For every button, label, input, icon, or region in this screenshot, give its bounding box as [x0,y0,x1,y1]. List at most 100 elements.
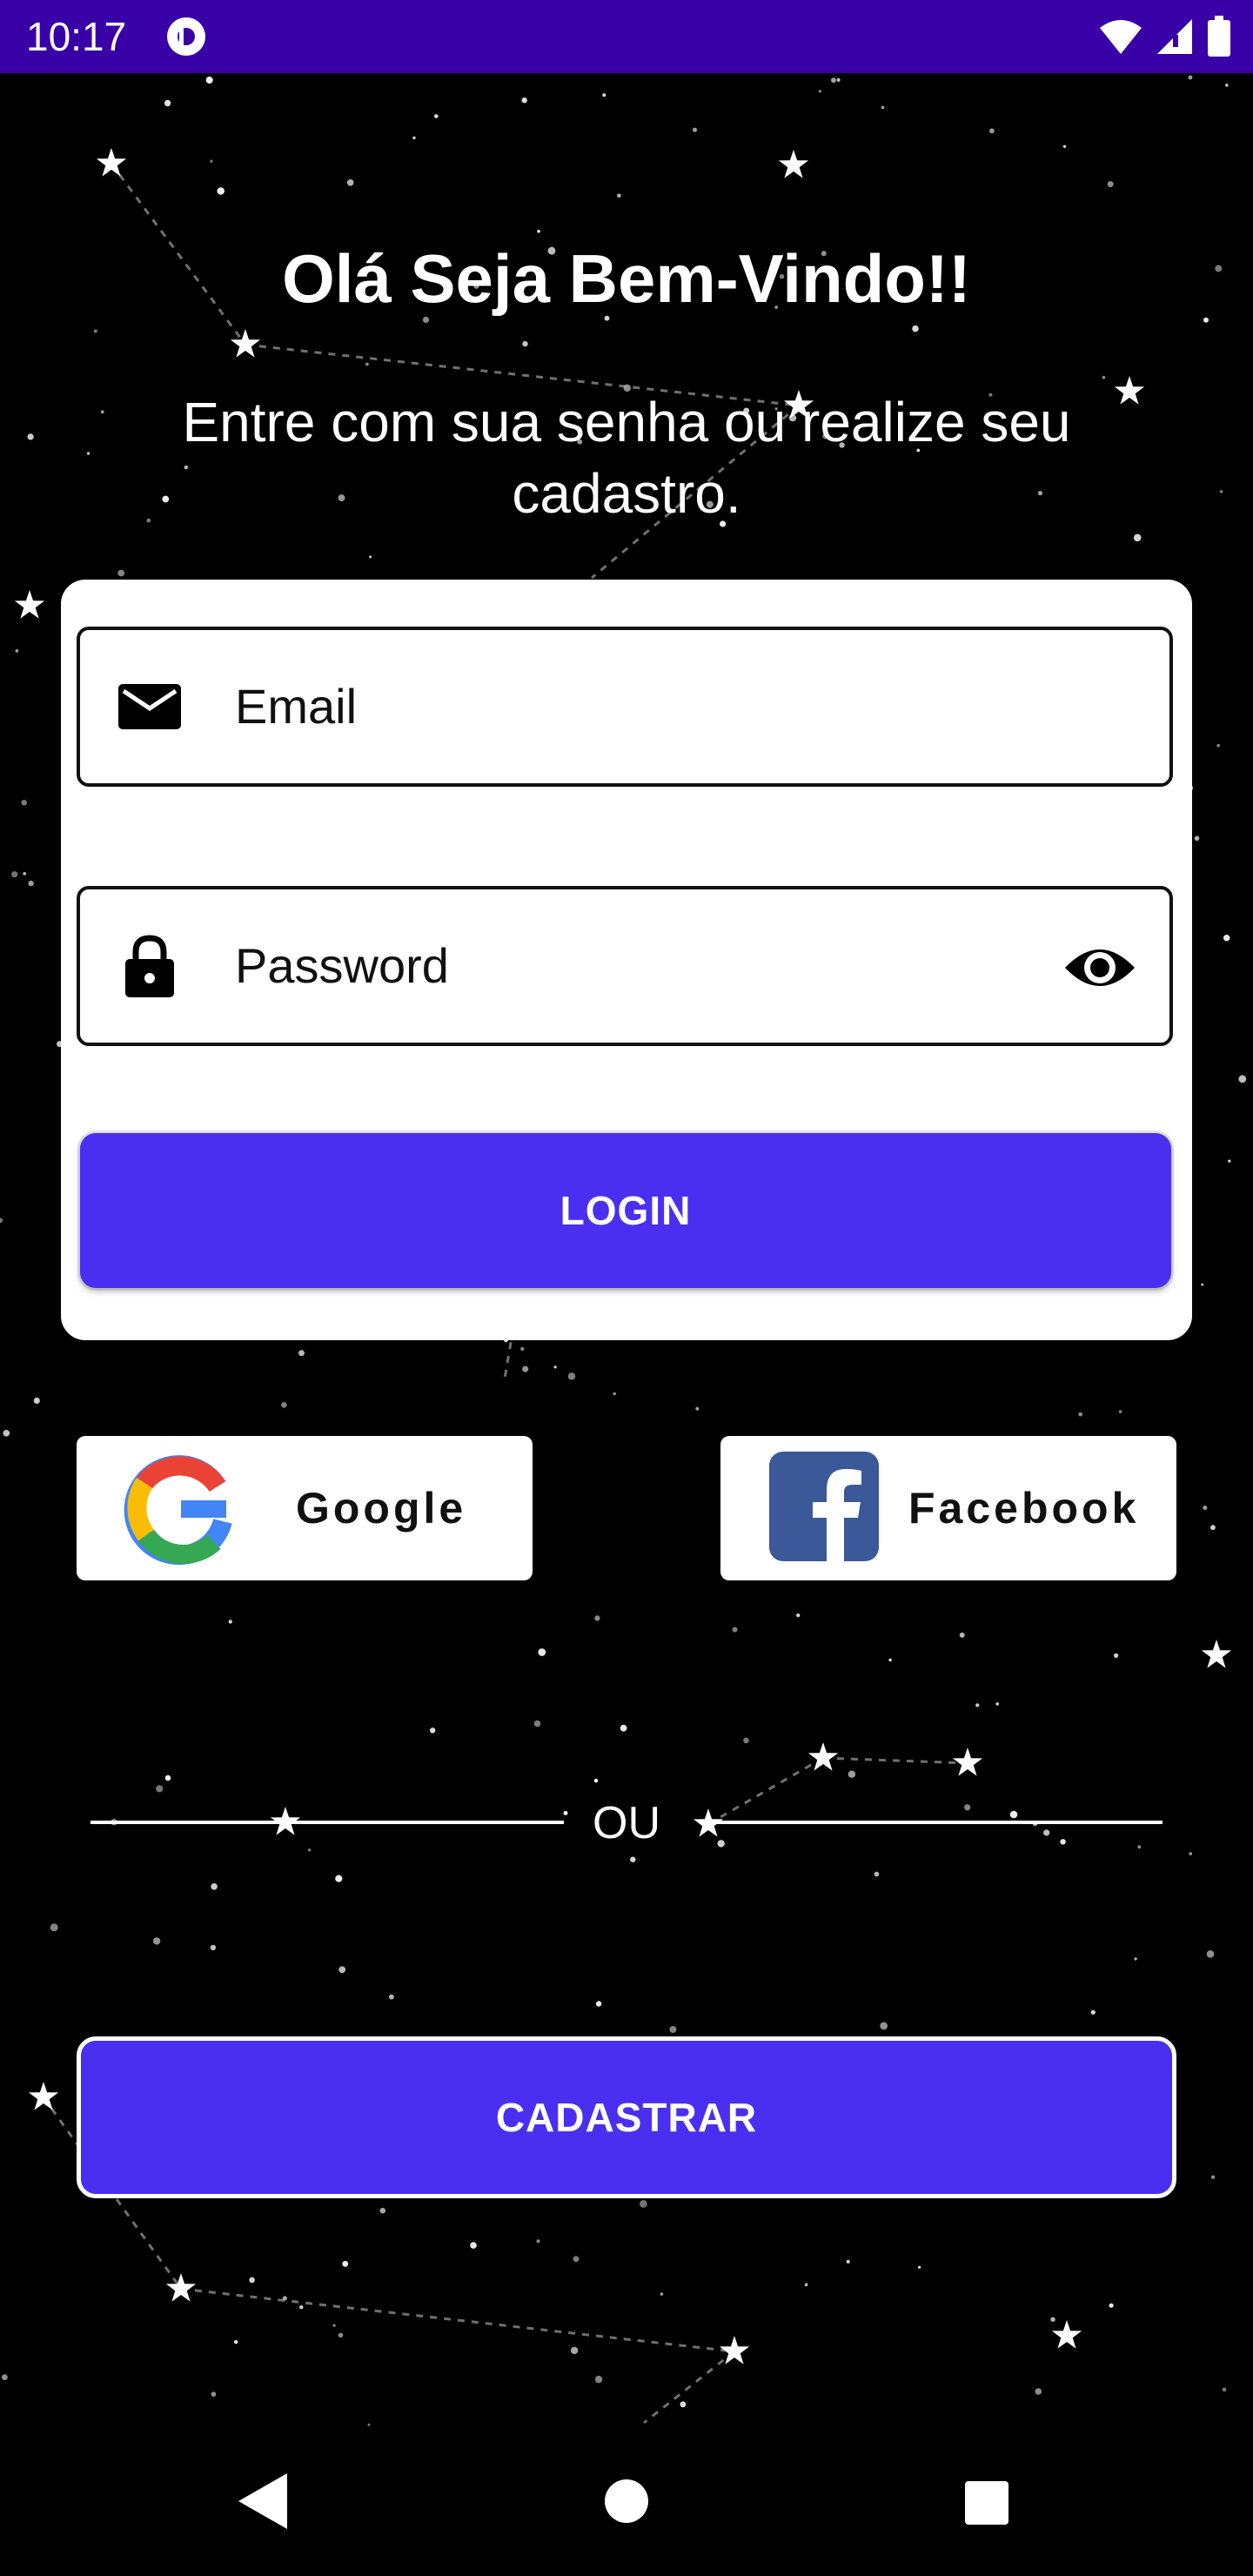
email-field[interactable]: Email [77,627,1173,787]
email-placeholder: Email [235,679,358,734]
star-dot [1219,490,1223,493]
star-dot [152,1937,161,1945]
star-dot [717,1840,725,1848]
star-dot [613,1392,616,1396]
star-dot [228,1620,232,1624]
home-icon[interactable] [604,2479,649,2524]
password-field[interactable]: Password [77,886,1173,1046]
star-dot [100,410,104,414]
star-dot [3,1430,10,1437]
star-dot [342,2260,349,2267]
star-dot [0,1218,3,1224]
back-icon[interactable] [235,2470,291,2532]
star-dot [680,2401,687,2408]
star-dot [640,2200,647,2208]
constellation-line [707,1756,824,1826]
login-card: Email Password LOGIN [61,580,1192,1340]
star-dot [430,1727,436,1734]
star-dot [536,2239,540,2244]
star-dot [1107,181,1114,188]
star-dot [660,2292,664,2296]
cellular-signal-icon [1157,19,1192,54]
lock-icon [125,935,174,997]
envelope-icon [118,684,181,729]
eye-icon[interactable] [1063,935,1136,1001]
status-time: 10:17 [26,14,127,59]
password-placeholder: Password [235,938,449,993]
star-dot [1060,1839,1066,1845]
star-dot [693,127,697,132]
star-dot [1118,1410,1122,1413]
star-dot [989,128,995,134]
star-dot [836,77,841,82]
star-dot [593,1778,599,1783]
star-dot [964,1804,971,1811]
star-dot [346,179,354,186]
star-dot [602,93,606,97]
star-dot [522,340,528,347]
constellation-line [180,2287,735,2353]
star-dot [1043,1829,1050,1836]
star-dot [365,362,369,366]
star-dot [412,136,416,140]
facebook-signin-button[interactable]: Facebook [720,1436,1176,1580]
star-dot [538,1648,546,1656]
star-dot [210,1944,217,1951]
star-dot [522,1365,529,1372]
star-dot [594,1615,600,1621]
star-dot [1216,743,1220,748]
star-dot [332,2324,336,2327]
star-dot [595,2001,602,2007]
star-dot [1206,1950,1215,1958]
facebook-logo-icon [769,1452,879,1561]
google-logo-icon [124,1455,232,1565]
star-dot [249,2277,255,2284]
star-dot [1078,1412,1083,1417]
star-dot [1133,533,1142,542]
star-dot [617,193,621,198]
star-dot [796,1613,801,1618]
star-dot [210,159,213,163]
star-shape [165,2273,197,2302]
recents-icon[interactable] [964,2480,1009,2526]
divider-line-left [90,1821,564,1824]
star-dot [23,872,27,875]
star-dot [234,2339,238,2345]
star-dot [1035,2388,1042,2395]
star-dot [1134,1957,1137,1961]
google-signin-button[interactable]: Google [77,1436,533,1580]
star-shape [96,148,127,177]
star-dot [367,2423,371,2426]
star-dot [695,1406,700,1411]
star-dot [563,1810,568,1815]
star-dot [570,2346,579,2355]
status-icons [1098,16,1232,57]
star-dot [28,880,34,887]
star-dot [804,2283,808,2287]
star-dot [995,1702,999,1706]
star-dot [669,2026,677,2033]
star-dot [86,452,90,455]
google-label: Google [296,1484,467,1533]
star-shape [28,2082,59,2110]
star-dot [918,2265,921,2269]
battery-icon [1208,16,1230,57]
register-button[interactable]: CADASTRAR [77,2036,1176,2198]
star-dot [594,2375,603,2384]
star-dot [1102,375,1106,379]
star-dot [912,325,919,332]
star-dot [1238,1075,1247,1083]
star-dot [533,1720,541,1727]
star-dot [880,2022,888,2030]
welcome-title: Olá Seja Bem-Vindo!! [282,240,971,317]
login-button[interactable]: LOGIN [80,1133,1171,1288]
star-dot [281,1402,287,1408]
navigation-bar [0,2428,1253,2576]
star-dot [298,1350,305,1357]
star-dot [50,1923,58,1932]
star-dot [117,569,125,577]
star-dot [846,2259,850,2264]
star-dot [211,2392,217,2397]
star-shape [1051,2320,1082,2349]
star-dot [1210,1525,1216,1531]
